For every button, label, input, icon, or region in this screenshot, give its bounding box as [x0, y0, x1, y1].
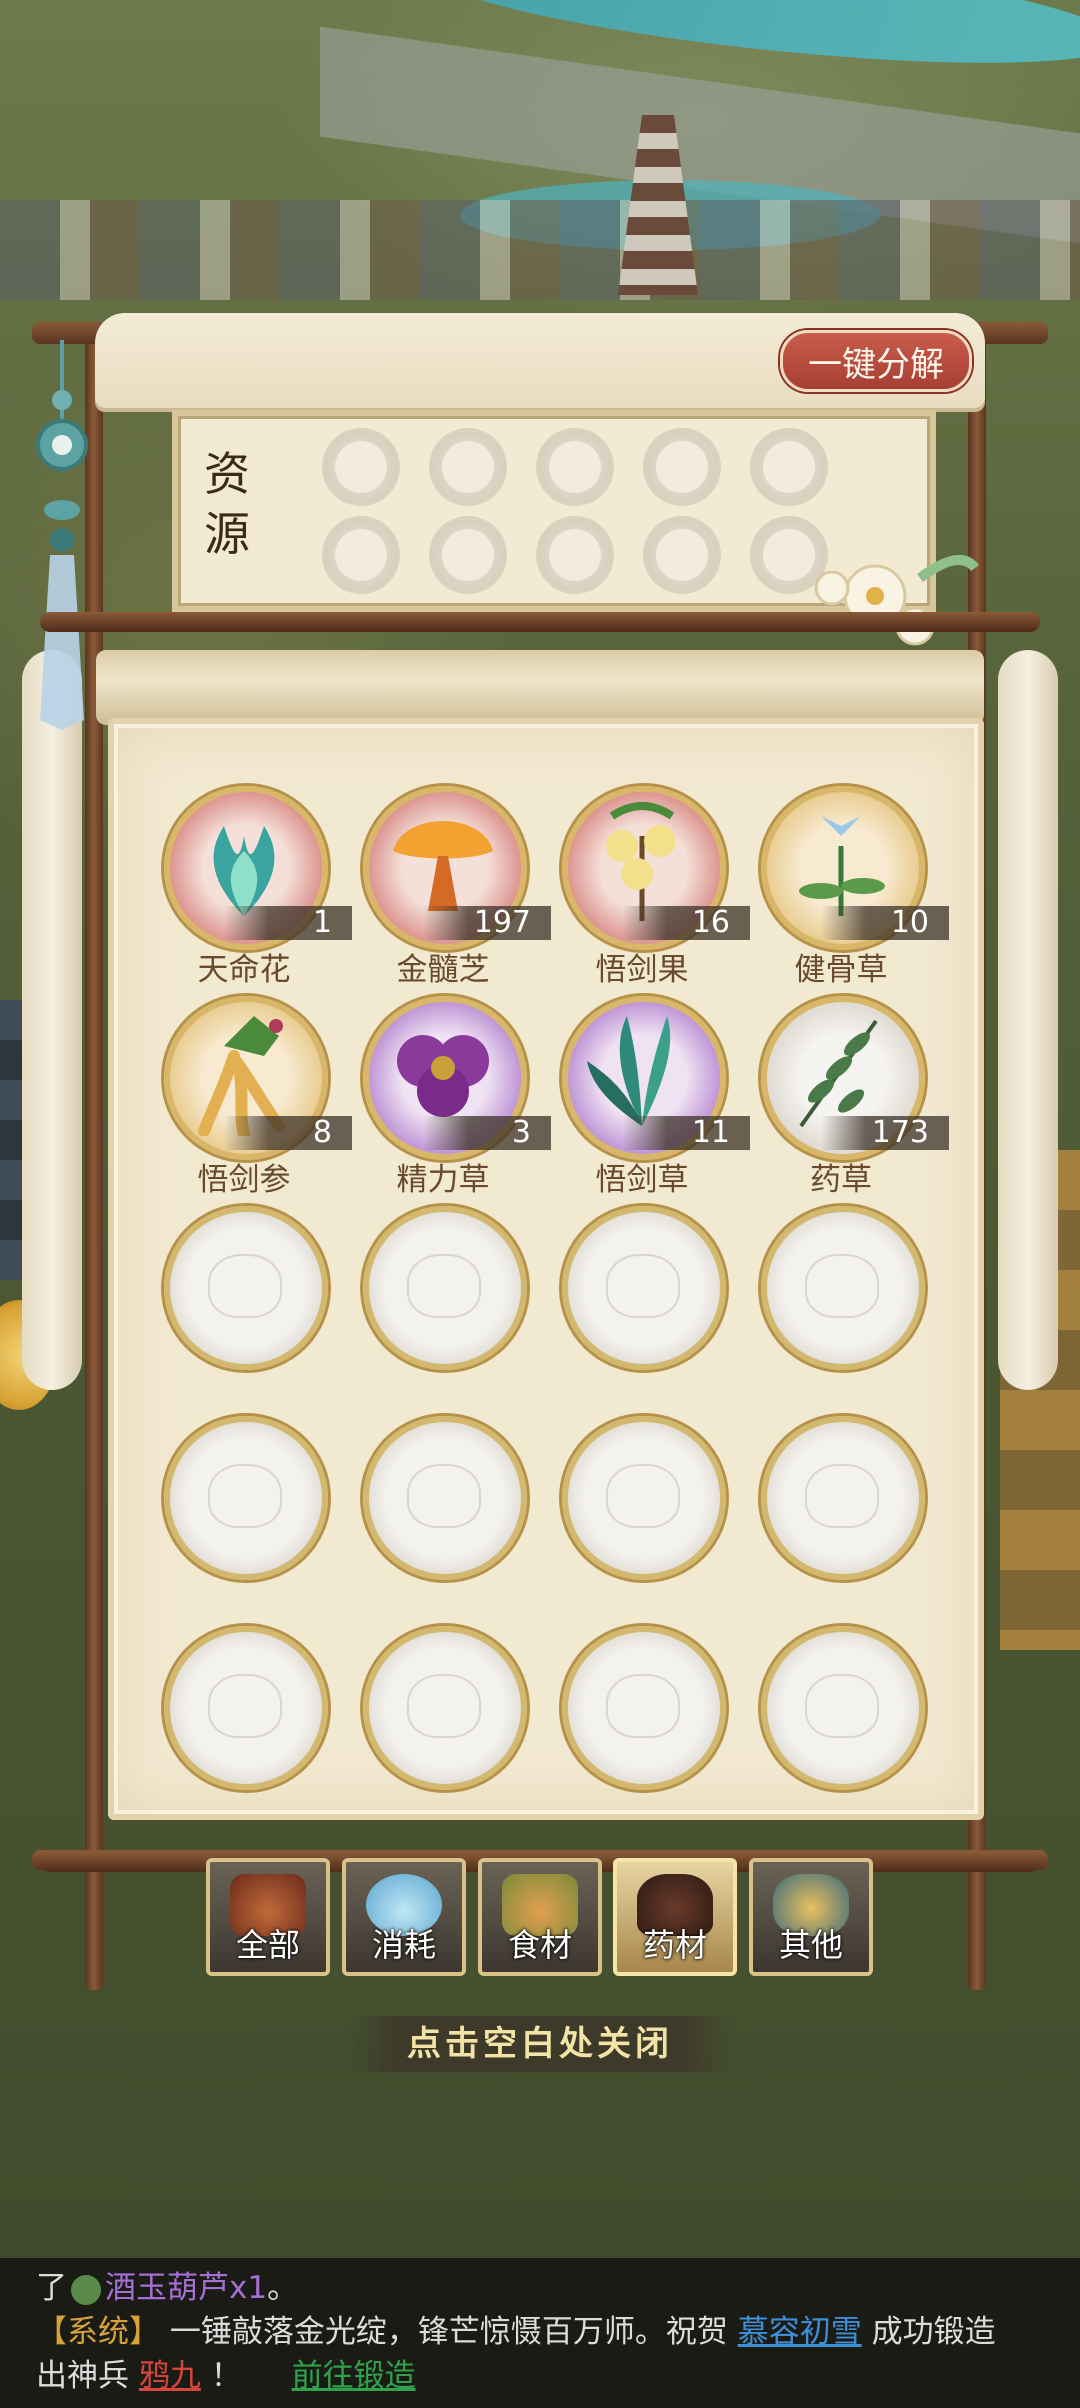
gourd-item-icon — [71, 2274, 101, 2305]
tab-label: 药材 — [642, 1926, 707, 1964]
item-count: 197 — [423, 906, 551, 940]
item-wujianguo[interactable]: 16 悟剑果 — [562, 786, 750, 988]
item-count: 10 — [821, 906, 949, 940]
tab-label: 消耗 — [371, 1926, 436, 1964]
item-count: 11 — [622, 1116, 750, 1150]
tab-all[interactable]: 全部 — [206, 1858, 330, 1976]
middle-rod — [40, 612, 1040, 632]
item-name: 天命花 — [197, 952, 291, 988]
empty-item-slot[interactable] — [164, 1416, 328, 1616]
chat-text: 一锤敲落金光绽，锋芒惊慑百万师。祝贺 — [169, 2314, 728, 2350]
tab-label: 其他 — [778, 1926, 843, 1964]
item-count: 1 — [224, 906, 352, 940]
empty-slot-frame — [761, 1416, 925, 1580]
empty-slot-frame — [164, 1416, 328, 1580]
item-count: 173 — [821, 1116, 949, 1150]
item-jinsuizhi[interactable]: 197 金髓芝 — [363, 786, 551, 988]
tab-others[interactable]: 其他 — [749, 1858, 873, 1976]
chat-text: 出神兵 — [36, 2358, 129, 2394]
resource-title: 资源 — [204, 447, 250, 561]
item-count: 8 — [224, 1116, 352, 1150]
resource-slot[interactable] — [322, 516, 400, 594]
empty-slot-frame — [562, 1416, 726, 1580]
empty-item-slot[interactable] — [363, 1206, 527, 1406]
scroll-roll-top — [96, 650, 984, 725]
empty-slot-frame — [363, 1626, 527, 1790]
chat-line-3: 出神兵 鸦九 ！ 前往锻造 — [36, 2354, 416, 2398]
player-name-link[interactable]: 慕容初雪 — [738, 2314, 862, 2350]
tab-label: 食材 — [507, 1926, 572, 1964]
world-chat-panel[interactable]: 了 酒玉葫芦x1。 【系统】 一锤敲落金光绽，锋芒惊慑百万师。祝贺 慕容初雪 成功… — [0, 2258, 1080, 2408]
resource-slot[interactable] — [750, 428, 828, 506]
item-jinglicao[interactable]: 3 精力草 — [363, 996, 551, 1198]
chat-line-1: 了 酒玉葫芦x1。 — [36, 2266, 298, 2310]
chat-text: 。 — [267, 2270, 299, 2306]
item-name: 药草 — [810, 1162, 872, 1198]
weapon-name-link[interactable]: 鸦九 — [139, 2358, 201, 2394]
item-wujianshen[interactable]: 8 悟剑参 — [164, 996, 352, 1198]
item-name: 悟剑草 — [595, 1162, 689, 1198]
chat-text: ！ — [210, 2358, 242, 2394]
system-tag: 【系统】 — [36, 2314, 160, 2350]
item-jiangucao[interactable]: 10 健骨草 — [761, 786, 949, 988]
empty-slot-frame — [164, 1626, 328, 1790]
tab-label: 全部 — [235, 1926, 300, 1964]
item-wujiancao[interactable]: 11 悟剑草 — [562, 996, 750, 1198]
empty-item-slot[interactable] — [761, 1626, 925, 1826]
empty-slot-frame — [761, 1626, 925, 1790]
item-count: 16 — [622, 906, 750, 940]
item-name: 悟剑参 — [197, 1162, 291, 1198]
chat-line-2: 【系统】 一锤敲落金光绽，锋芒惊慑百万师。祝贺 慕容初雪 成功锻造 — [36, 2310, 996, 2354]
tab-herbs[interactable]: 药材 — [613, 1858, 737, 1976]
resource-slot[interactable] — [536, 516, 614, 594]
tab-ingredients[interactable]: 食材 — [478, 1858, 602, 1976]
right-hanging-cloth — [998, 650, 1058, 1390]
one-key-decompose-button[interactable]: 一键分解 — [780, 330, 972, 392]
resource-slot[interactable] — [536, 428, 614, 506]
empty-item-slot[interactable] — [164, 1626, 328, 1826]
go-forge-link[interactable]: 前往锻造 — [292, 2358, 416, 2394]
empty-slot-frame — [761, 1206, 925, 1370]
empty-item-slot[interactable] — [562, 1206, 726, 1406]
empty-item-slot[interactable] — [562, 1626, 726, 1826]
left-hanging-cloth — [22, 650, 82, 1390]
empty-slot-frame — [164, 1206, 328, 1370]
resource-slot[interactable] — [643, 516, 721, 594]
village-houses — [0, 200, 1080, 300]
resource-slot[interactable] — [322, 428, 400, 506]
item-count: 3 — [423, 1116, 551, 1150]
resource-slot[interactable] — [643, 428, 721, 506]
resource-slot[interactable] — [429, 516, 507, 594]
item-name: 金髓芝 — [396, 952, 490, 988]
item-yaocao[interactable]: 173 药草 — [761, 996, 949, 1198]
chat-item-name[interactable]: 酒玉葫芦x1 — [105, 2270, 267, 2306]
empty-item-slot[interactable] — [761, 1206, 925, 1406]
item-name: 健骨草 — [794, 952, 888, 988]
chat-text: 了 — [36, 2270, 67, 2306]
empty-slot-frame — [562, 1626, 726, 1790]
empty-item-slot[interactable] — [164, 1206, 328, 1406]
empty-slot-frame — [562, 1206, 726, 1370]
white-flower-decoration-icon — [814, 555, 979, 646]
empty-slot-frame — [363, 1206, 527, 1370]
empty-item-slot[interactable] — [761, 1416, 925, 1616]
empty-item-slot[interactable] — [363, 1416, 527, 1616]
item-name: 悟剑果 — [595, 952, 689, 988]
empty-item-slot[interactable] — [363, 1626, 527, 1826]
item-tianminghua[interactable]: 1 天命花 — [164, 786, 352, 988]
empty-slot-frame — [363, 1416, 527, 1580]
tap-blank-to-close-hint[interactable]: 点击空白处关闭 — [350, 2016, 730, 2072]
item-name: 精力草 — [396, 1162, 490, 1198]
chat-text: 成功锻造 — [871, 2314, 996, 2350]
tab-consumables[interactable]: 消耗 — [342, 1858, 466, 1976]
empty-item-slot[interactable] — [562, 1416, 726, 1616]
resource-slot[interactable] — [429, 428, 507, 506]
